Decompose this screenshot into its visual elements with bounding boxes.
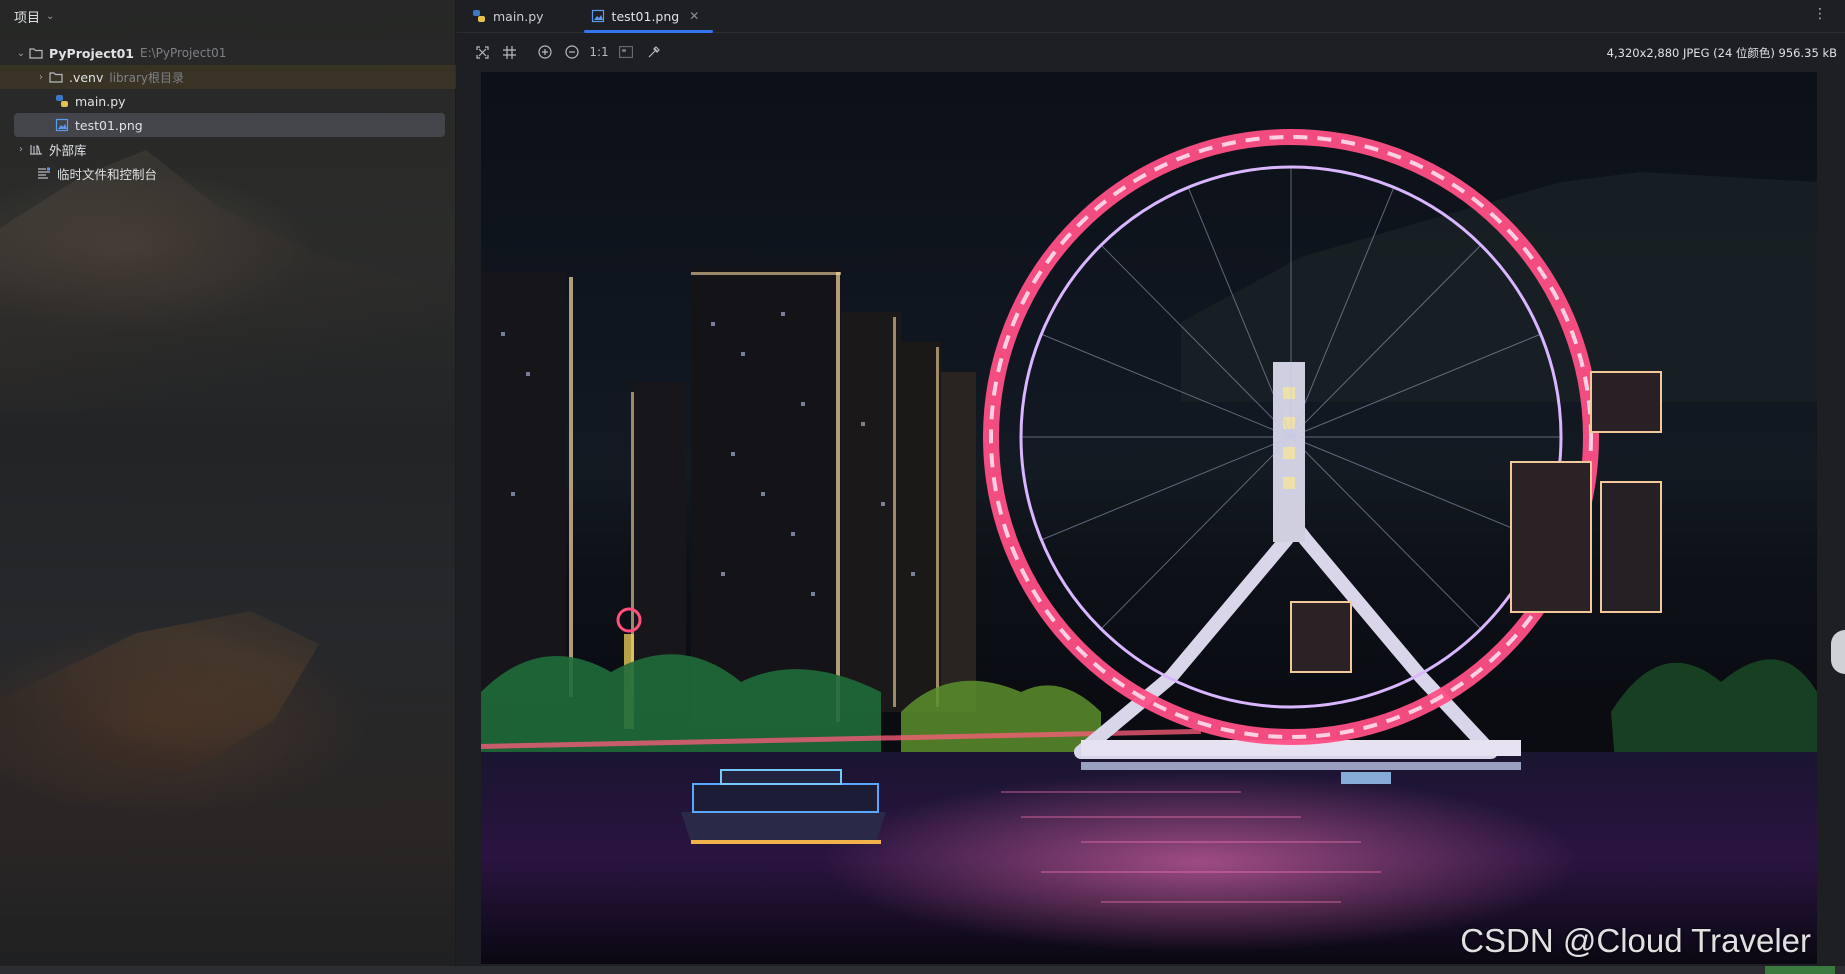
venv-note: library根目录 bbox=[109, 70, 184, 85]
external-libs-label: 外部库 bbox=[49, 142, 87, 158]
background-toggle-icon[interactable] bbox=[613, 40, 639, 64]
folder-icon bbox=[48, 70, 64, 84]
tree-item-external-libs[interactable]: › 外部库 bbox=[0, 137, 456, 161]
tab-label: test01.png bbox=[611, 8, 680, 24]
python-file-icon bbox=[54, 94, 70, 108]
image-file-icon bbox=[54, 118, 70, 132]
venv-name: .venv bbox=[69, 69, 104, 85]
tab-label: main.py bbox=[493, 8, 544, 24]
project-root-path: E:\PyProject01 bbox=[140, 46, 227, 60]
actual-size-button[interactable]: 1:1 bbox=[586, 40, 612, 64]
watermark-text: CSDN @Cloud Traveler bbox=[1460, 922, 1811, 959]
tree-item-project-root[interactable]: ⌄ PyProject01 E:\PyProject01 bbox=[0, 41, 456, 65]
folder-icon bbox=[28, 46, 44, 60]
file-label: test01.png bbox=[75, 117, 143, 133]
scratches-icon bbox=[36, 166, 52, 180]
image-preview: CSDN @Cloud Traveler bbox=[481, 72, 1817, 964]
project-panel-header[interactable]: 项目 ⌄ bbox=[0, 0, 456, 32]
tree-item-scratches[interactable]: 临时文件和控制台 bbox=[0, 161, 456, 185]
image-file-icon bbox=[590, 9, 606, 23]
night-cityscape-image bbox=[481, 129, 1817, 964]
background-reflection bbox=[0, 611, 320, 820]
image-info-label: 4,320x2,880 JPEG (24 位颜色) 956.35 kB bbox=[1606, 46, 1837, 60]
project-panel: 项目 ⌄ ⌄ PyProject01 E:\PyProject01 › .ven… bbox=[0, 0, 456, 974]
scratches-label: 临时文件和控制台 bbox=[57, 166, 158, 182]
editor-tab-bar: main.py test01.png ✕ ⋮ bbox=[457, 0, 1845, 33]
zoom-in-icon[interactable] bbox=[532, 40, 558, 64]
project-root-name: PyProject01 bbox=[49, 45, 134, 61]
python-file-icon bbox=[471, 9, 487, 23]
tab-main-py[interactable]: main.py bbox=[457, 0, 558, 32]
tab-test01-png[interactable]: test01.png ✕ bbox=[576, 0, 714, 33]
chevron-down-icon[interactable]: ⌄ bbox=[14, 48, 28, 59]
floating-assistant-button[interactable] bbox=[1831, 630, 1845, 674]
library-icon bbox=[28, 142, 44, 156]
zoom-out-icon[interactable] bbox=[559, 40, 585, 64]
status-bar bbox=[0, 966, 1845, 974]
file-label: main.py bbox=[75, 93, 126, 109]
tree-item-test01-png[interactable]: test01.png bbox=[14, 113, 445, 137]
tree-item-venv[interactable]: › .venv library根目录 bbox=[0, 65, 456, 89]
chevron-right-icon[interactable]: › bbox=[34, 72, 48, 83]
project-panel-title: 项目 bbox=[14, 10, 41, 26]
close-icon[interactable]: ✕ bbox=[689, 9, 699, 23]
fit-zoom-icon[interactable] bbox=[469, 40, 495, 64]
more-options-icon[interactable]: ⋮ bbox=[1813, 6, 1827, 22]
color-picker-icon[interactable] bbox=[640, 40, 666, 64]
ide-window: 项目 ⌄ ⌄ PyProject01 E:\PyProject01 › .ven… bbox=[0, 0, 1845, 974]
background-mountain bbox=[0, 150, 456, 410]
chevron-down-icon[interactable]: ⌄ bbox=[46, 11, 54, 22]
project-tree: ⌄ PyProject01 E:\PyProject01 › .venv lib… bbox=[0, 41, 456, 185]
grid-icon[interactable] bbox=[496, 40, 522, 64]
image-viewer-toolbar: 1:1 4,320x2,880 JPEG (24 位颜色) 956.35 kB bbox=[457, 34, 1845, 70]
status-indicator bbox=[1765, 966, 1835, 974]
chevron-right-icon[interactable]: › bbox=[14, 144, 28, 155]
tree-item-main-py[interactable]: main.py bbox=[0, 89, 456, 113]
